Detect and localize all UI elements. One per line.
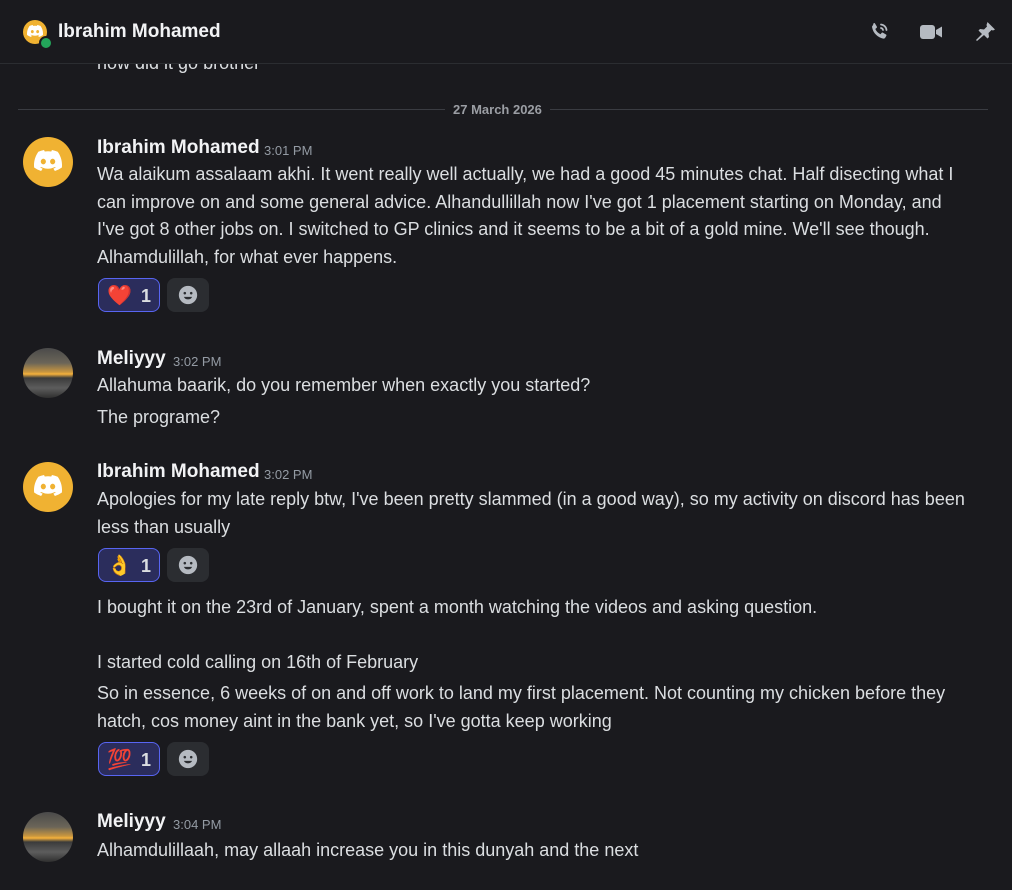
message-author[interactable]: Ibrahim Mohamed (97, 136, 260, 160)
smiley-add-reaction-icon (178, 285, 198, 305)
add-reaction-button[interactable] (167, 278, 209, 312)
message-content: I bought it on the 23rd of January, spen… (97, 597, 818, 617)
discord-logo-icon (34, 475, 62, 496)
reaction-heart[interactable]: ❤️ 1 (98, 278, 160, 312)
online-status-indicator (39, 36, 53, 50)
channel-header: Ibrahim Mohamed (0, 0, 1012, 64)
message-timestamp: 3:02 PM (264, 467, 313, 482)
message-content: Alhamdulillaah, may allaah increase you … (97, 840, 639, 860)
message-author[interactable]: Meliyyy (97, 347, 166, 371)
smiley-add-reaction-icon (178, 749, 198, 769)
reaction-count: 1 (141, 750, 152, 770)
user-avatar[interactable] (23, 137, 73, 187)
heart-emoji-icon: ❤️ (107, 285, 132, 307)
message-content: Allahuma baarik, do you remember when ex… (97, 375, 591, 395)
user-avatar[interactable] (23, 462, 73, 512)
message-content: Apologies for my late reply btw, I've be… (97, 489, 965, 537)
add-reaction-button[interactable] (167, 742, 209, 776)
message-timestamp: 3:04 PM (173, 817, 222, 832)
ok-hand-emoji-icon: 👌 (107, 555, 132, 577)
message-content: So in essence, 6 weeks of on and off wor… (97, 683, 946, 731)
channel-title: Ibrahim Mohamed (58, 21, 221, 42)
smiley-add-reaction-icon (178, 555, 198, 575)
user-avatar[interactable] (23, 812, 73, 862)
hundred-points-emoji-icon: 💯 (107, 749, 132, 771)
discord-logo-icon (34, 150, 62, 171)
discord-logo-icon (27, 25, 43, 37)
add-reaction-button[interactable] (167, 548, 209, 582)
reaction-hundred[interactable]: 💯 1 (98, 742, 160, 776)
user-avatar[interactable] (23, 348, 73, 398)
message-content: Wa alaikum assalaam akhi. It went really… (97, 164, 954, 267)
reaction-count: 1 (141, 286, 152, 306)
message-author[interactable]: Ibrahim Mohamed (97, 460, 260, 484)
reaction-ok-hand[interactable]: 👌 1 (98, 548, 160, 582)
pin-icon[interactable] (973, 20, 997, 44)
message-content: I started cold calling on 16th of Februa… (97, 652, 419, 672)
message-timestamp: 3:01 PM (264, 143, 313, 158)
phone-call-icon[interactable] (867, 20, 891, 44)
date-divider-label: 27 March 2026 (445, 101, 550, 118)
message-timestamp: 3:02 PM (173, 354, 222, 369)
message-author[interactable]: Meliyyy (97, 810, 166, 834)
video-camera-icon[interactable] (919, 20, 943, 44)
reaction-count: 1 (141, 556, 152, 576)
message-content: The programe? (97, 407, 221, 427)
